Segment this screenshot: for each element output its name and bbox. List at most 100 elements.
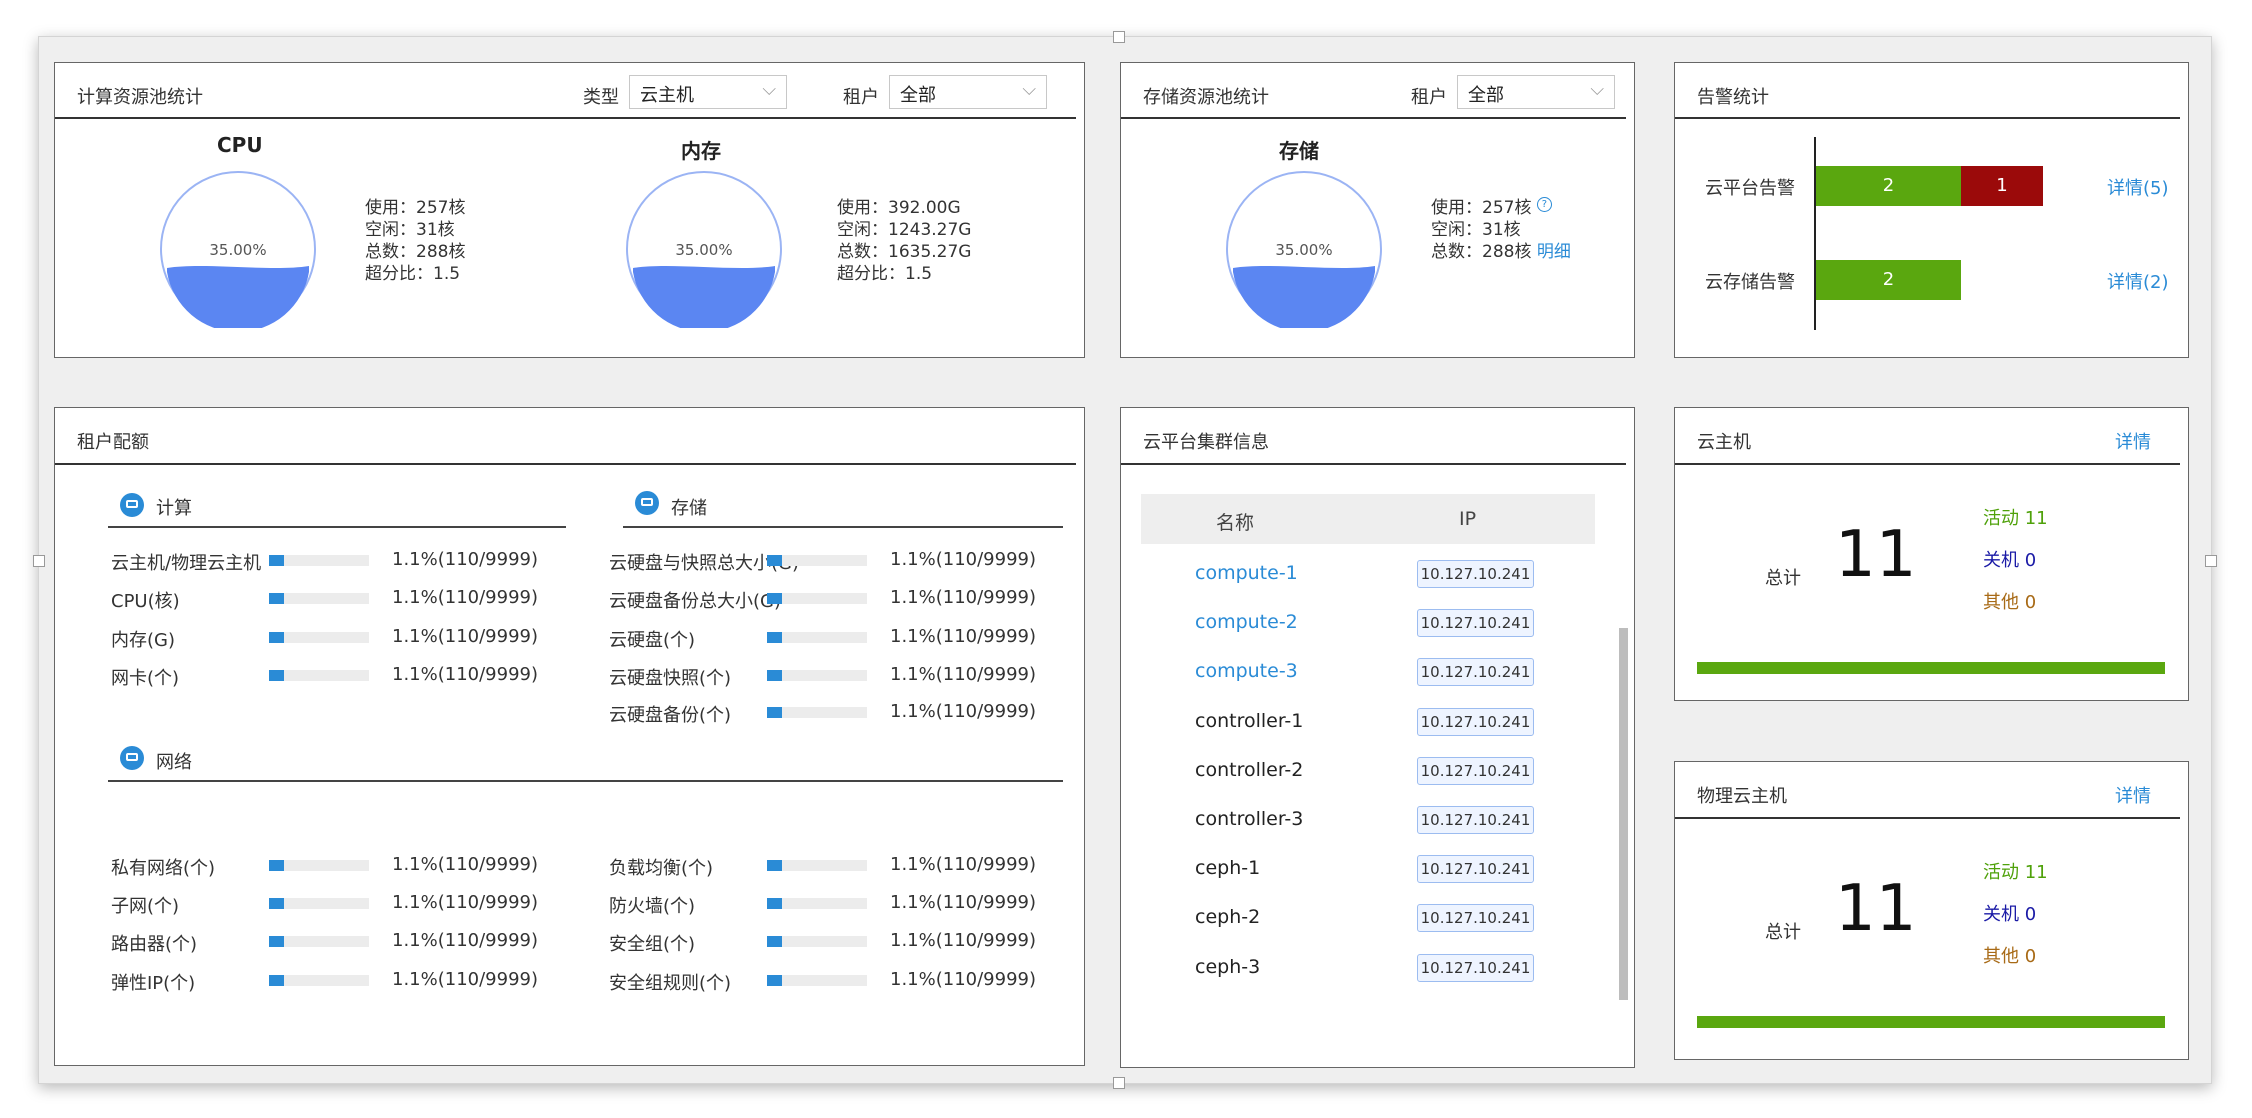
cpu-stats: 使用：257核 空闲：31核 总数：288核 超分比：1.5 xyxy=(365,197,465,285)
panel-title: 存储资源池统计 xyxy=(1143,87,1269,108)
alert-detail-link[interactable]: 详情(5) xyxy=(2107,174,2169,200)
section-divider xyxy=(108,780,1063,782)
panel-title: 物理云主机 xyxy=(1697,786,1787,807)
cluster-node-name[interactable]: compute-2 xyxy=(1195,611,1298,633)
alert-detail-link[interactable]: 详情(2) xyxy=(2107,268,2169,294)
tenant-select[interactable]: 全部 ⌵ xyxy=(889,75,1047,109)
quota-value: 1.1%(110/9999) xyxy=(890,892,1037,913)
resize-handle-left[interactable] xyxy=(33,555,45,567)
cluster-node-name: controller-3 xyxy=(1195,808,1304,830)
title-divider xyxy=(55,463,1076,465)
quota-label: 云主机/物理云主机 xyxy=(111,553,262,574)
vm-panel: 云主机 详情 总计 11 活动 11 关机 0 其他 0 xyxy=(1674,407,2189,701)
cluster-node-ip: 10.127.10.241 xyxy=(1417,756,1534,785)
quota-value: 1.1%(110/9999) xyxy=(890,701,1037,722)
quota-progress-fill xyxy=(269,860,284,871)
quota-value: 1.1%(110/9999) xyxy=(392,930,539,951)
monitor-icon xyxy=(120,493,144,517)
cluster-node-name[interactable]: compute-1 xyxy=(1195,562,1298,584)
quota-value: 1.1%(110/9999) xyxy=(392,854,539,875)
col-header-name: 名称 xyxy=(1216,512,1255,534)
cluster-node-name[interactable]: compute-3 xyxy=(1195,660,1298,682)
quota-progress-bar xyxy=(767,707,867,718)
pm-detail-link[interactable]: 详情 xyxy=(2115,782,2151,808)
gauge-percent: 35.00% xyxy=(675,241,732,259)
panel-title: 云平台集群信息 xyxy=(1143,432,1269,453)
quota-value: 1.1%(110/9999) xyxy=(392,969,539,990)
quota-progress-fill xyxy=(269,898,284,909)
quota-progress-fill xyxy=(767,975,782,986)
panel-title: 云主机 xyxy=(1697,432,1751,453)
quota-progress-fill xyxy=(269,632,284,643)
quota-progress-bar xyxy=(767,898,867,909)
quota-progress-bar xyxy=(269,555,369,566)
tenant-label: 租户 xyxy=(843,87,879,108)
quota-panel: 租户配额 计算 存储 网络 云主机/物理云主机 1.1%(110/9999) CPU… xyxy=(54,407,1085,1066)
cluster-node-name: controller-2 xyxy=(1195,758,1304,781)
resize-handle-right[interactable] xyxy=(2205,555,2217,567)
quota-label: 云硬盘(个) xyxy=(609,630,696,651)
quota-value: 1.1%(110/9999) xyxy=(890,664,1037,685)
compute-pool-panel: 计算资源池统计 类型 云主机 ⌵ 租户 全部 ⌵ CPU 35.00% 使用：2… xyxy=(54,62,1085,358)
quota-label: 内存(G) xyxy=(111,630,175,651)
quota-value: 1.1%(110/9999) xyxy=(890,930,1037,951)
table-header: 名称 IP xyxy=(1141,494,1595,544)
quota-value: 1.1%(110/9999) xyxy=(392,626,539,647)
cluster-node-ip: 10.127.10.241 xyxy=(1417,707,1534,736)
tenant-select-value: 全部 xyxy=(1468,85,1504,106)
quota-progress-bar xyxy=(269,632,369,643)
resize-handle-bottom[interactable] xyxy=(1113,1077,1125,1089)
title-divider xyxy=(1675,817,2180,819)
status-active: 活动 11 xyxy=(1983,862,2048,883)
monitor-icon xyxy=(635,491,659,515)
title-divider xyxy=(1675,463,2180,465)
quota-progress-bar xyxy=(767,632,867,643)
quota-progress-fill xyxy=(767,898,782,909)
quota-progress-fill xyxy=(269,975,284,986)
alerts-panel: 告警统计 云平台告警 2 1 详情(5) 云存储告警 2 详情(2) xyxy=(1674,62,2189,358)
section-title-compute: 计算 xyxy=(156,498,192,519)
alert-label: 云平台告警 xyxy=(1705,178,1795,199)
vm-detail-link[interactable]: 详情 xyxy=(2115,428,2151,454)
cluster-node-ip: 10.127.10.241 xyxy=(1417,806,1534,834)
resize-handle-top[interactable] xyxy=(1113,31,1125,43)
cpu-gauge: 35.00% xyxy=(160,171,316,328)
cluster-node-name: ceph-1 xyxy=(1195,857,1261,880)
stat-ratio: 超分比：1.5 xyxy=(365,264,461,284)
quota-progress-bar xyxy=(767,555,867,566)
gauge-percent: 35.00% xyxy=(209,241,266,259)
alert-label: 云存储告警 xyxy=(1705,272,1795,293)
quota-value: 1.1%(110/9999) xyxy=(392,664,539,685)
status-bar xyxy=(1697,662,2165,674)
tenant-select-value: 全部 xyxy=(900,85,936,106)
status-active: 活动 11 xyxy=(1983,508,2048,529)
memory-title: 内存 xyxy=(681,139,721,163)
storage-stats: 使用：257核 ? 空闲：31核 总数：288核 明细 xyxy=(1431,197,1571,263)
status-off: 关机 0 xyxy=(1983,550,2037,571)
quota-value: 1.1%(110/9999) xyxy=(890,854,1037,875)
total-label: 总计 xyxy=(1765,922,1801,943)
storage-title: 存储 xyxy=(1279,139,1319,163)
status-off: 关机 0 xyxy=(1983,904,2037,925)
tenant-select[interactable]: 全部 ⌵ xyxy=(1457,75,1615,109)
title-divider xyxy=(1675,117,2180,119)
help-icon[interactable]: ? xyxy=(1536,197,1552,212)
detail-link[interactable]: 明细 xyxy=(1537,242,1571,262)
quota-progress-bar xyxy=(767,860,867,871)
cluster-node-ip: 10.127.10.241 xyxy=(1417,658,1534,687)
type-label: 类型 xyxy=(583,87,619,108)
quota-progress-bar xyxy=(269,860,369,871)
quota-label: 私有网络(个) xyxy=(111,858,216,879)
stat-total: 总数：288核 明细 xyxy=(1431,241,1571,263)
scrollbar-thumb[interactable] xyxy=(1619,628,1628,1000)
quota-progress-fill xyxy=(269,593,284,604)
type-select[interactable]: 云主机 ⌵ xyxy=(629,75,787,109)
quota-progress-fill xyxy=(767,555,782,566)
gauge-fill xyxy=(1233,266,1375,328)
alert-bar-red: 1 xyxy=(1961,166,2043,206)
quota-label: 弹性IP(个) xyxy=(111,973,196,994)
cluster-node-ip: 10.127.10.241 xyxy=(1417,953,1534,982)
quota-progress-bar xyxy=(269,670,369,681)
memory-stats: 使用：392.00G 空闲：1243.27G 总数：1635.27G 超分比：1.5 xyxy=(837,197,971,285)
quota-progress-fill xyxy=(269,670,284,681)
